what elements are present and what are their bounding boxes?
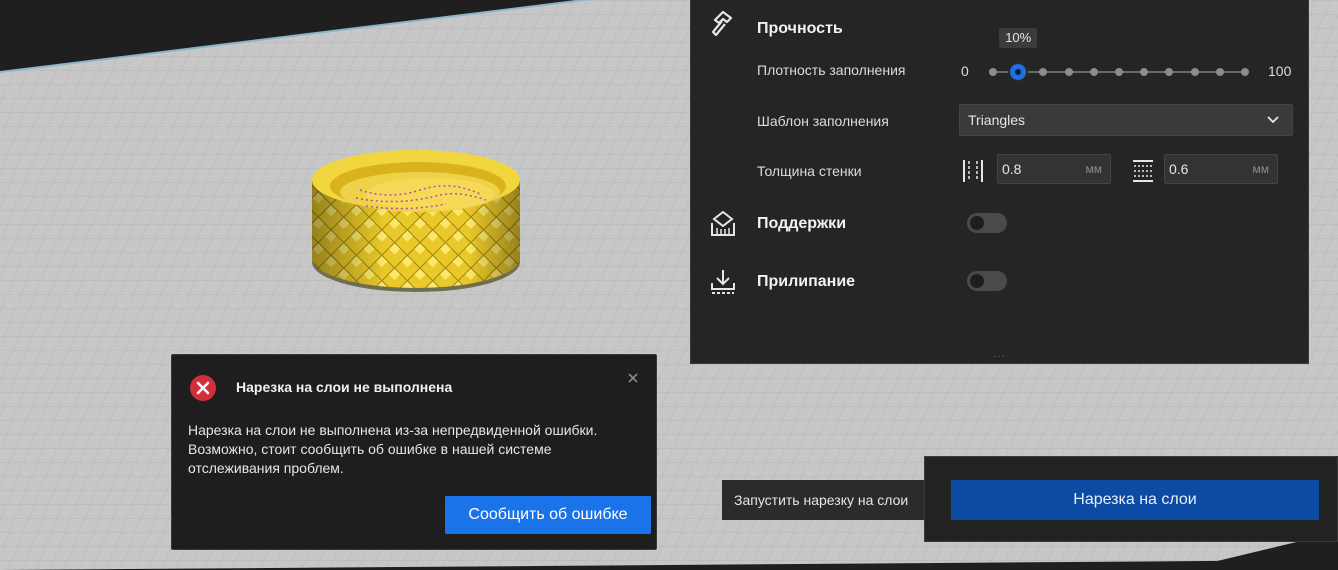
error-body-line: Нарезка на слои не выполнена из-за непре… xyxy=(188,422,598,438)
error-body-line: Возможно, стоит сообщить об ошибке в наш… xyxy=(188,441,552,457)
wall-thickness-icon xyxy=(963,160,983,182)
wall-thickness-value: 0.8 xyxy=(1002,161,1022,177)
slider-step-dot[interactable] xyxy=(1115,68,1123,76)
slider-step-dot[interactable] xyxy=(1039,68,1048,76)
slider-step-dot[interactable] xyxy=(1140,68,1149,76)
slider-step-dot[interactable] xyxy=(1064,68,1073,76)
top-bottom-thickness-value: 0.6 xyxy=(1169,161,1189,177)
adhesion-section: Прилипание xyxy=(691,264,1308,304)
slice-tooltip: Запустить нарезку на слои xyxy=(722,480,926,520)
3d-model[interactable] xyxy=(312,150,520,292)
error-x-circle-icon xyxy=(190,375,216,401)
slice-panel: Нарезка на слои xyxy=(924,456,1338,542)
slider-thumb[interactable] xyxy=(1008,62,1029,82)
chevron-down-icon xyxy=(1267,116,1279,124)
infill-density-slider[interactable]: 0 100 xyxy=(961,60,1301,84)
slider-step-dot[interactable] xyxy=(989,68,997,76)
adhesion-title: Прилипание xyxy=(757,273,856,290)
top-bottom-thickness-unit: мм xyxy=(1252,162,1270,176)
supports-title: Поддержки xyxy=(757,215,847,232)
slider-min-label: 0 xyxy=(961,63,969,79)
supports-section: Поддержки xyxy=(691,206,1308,246)
print-settings-panel: Прочность Плотность заполнения 0 100 10%… xyxy=(690,0,1309,364)
infill-pattern-dropdown[interactable]: Triangles xyxy=(959,104,1293,136)
supports-toggle[interactable] xyxy=(967,213,1007,233)
wall-thickness-unit: мм xyxy=(1085,162,1103,176)
slider-step-dot[interactable] xyxy=(1165,68,1174,76)
wall-thickness-input[interactable]: 0.8 мм xyxy=(997,154,1111,184)
top-bottom-thickness-icon xyxy=(1133,160,1153,182)
close-icon[interactable] xyxy=(626,371,640,385)
hammer-icon xyxy=(711,10,733,37)
infill-pattern-label: Шаблон заполнения xyxy=(757,113,889,129)
slice-button[interactable]: Нарезка на слои xyxy=(951,480,1319,520)
slider-value-tooltip: 10% xyxy=(999,28,1038,48)
slider-step-dot[interactable] xyxy=(1190,68,1199,76)
error-body: Нарезка на слои не выполнена из-за непре… xyxy=(188,421,638,478)
strength-title: Прочность xyxy=(757,20,843,37)
slider-step-dot[interactable] xyxy=(1241,68,1249,76)
wall-thickness-label: Толщина стенки xyxy=(757,163,862,179)
adhesion-toggle[interactable] xyxy=(967,271,1007,291)
slicing-error-message: Нарезка на слои не выполнена Нарезка на … xyxy=(171,354,657,550)
slider-max-label: 100 xyxy=(1268,63,1292,79)
adhesion-icon xyxy=(711,270,735,294)
slider-step-dot[interactable] xyxy=(1215,68,1224,76)
error-title: Нарезка на слои не выполнена xyxy=(236,379,453,395)
support-structure-icon xyxy=(711,210,735,236)
slider-step-dot[interactable] xyxy=(1089,68,1098,76)
panel-resize-handle[interactable]: ··· xyxy=(993,352,1006,362)
infill-density-label: Плотность заполнения xyxy=(757,62,906,78)
error-body-line: отслеживания проблем. xyxy=(188,460,344,476)
infill-pattern-selected: Triangles xyxy=(968,112,1026,128)
top-bottom-thickness-input[interactable]: 0.6 мм xyxy=(1164,154,1278,184)
report-bug-button[interactable]: Сообщить об ошибке xyxy=(445,496,651,534)
